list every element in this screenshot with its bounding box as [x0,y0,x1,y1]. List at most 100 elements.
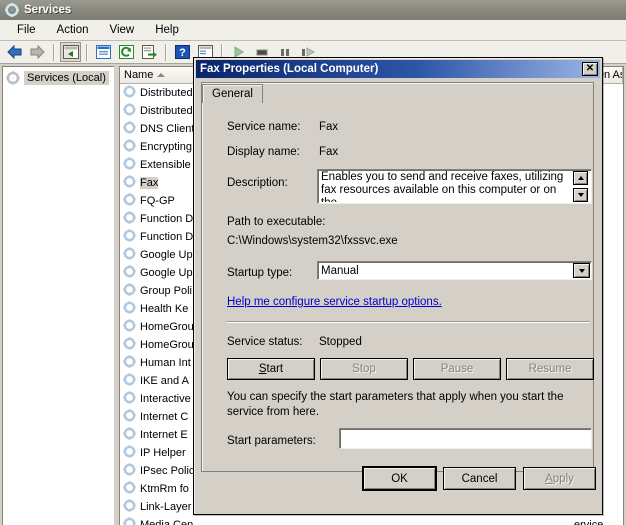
toolbar-separator [86,44,88,61]
display-name-value: Fax [319,146,338,158]
start-button[interactable]: Start [227,358,315,380]
stop-button-label: Stop [352,363,376,375]
apply-button-accel: A [545,473,553,485]
cell-name-text: HomeGrou [140,339,194,351]
cell-name-text: DNS Client [140,123,194,135]
tab-general[interactable]: General [202,84,263,103]
service-gear-icon [123,157,136,173]
cell-name-text: Extensible [140,159,191,171]
service-gear-icon [123,193,136,209]
description-label: Description: [227,177,288,189]
window-title-text: Services [24,4,71,16]
menu-view[interactable]: View [101,22,144,38]
window-titlebar: Services [0,0,626,20]
display-name-label: Display name: [227,146,300,158]
apply-button: Apply [523,467,596,490]
help-configure-startup-link[interactable]: Help me configure service startup option… [227,296,442,308]
pause-button: Pause [413,358,501,380]
service-name-value: Fax [319,121,338,133]
properties-icon[interactable] [93,42,114,62]
cell-name-text: Distributed [140,87,193,99]
chevron-down-icon[interactable] [573,263,590,278]
services-mmc-window: Services File Action View Help [0,0,626,525]
close-icon[interactable]: ✕ [582,62,598,76]
cell-name-text: IP Helper [140,447,186,459]
service-gear-icon [123,463,136,479]
service-name-label: Service name: [227,121,301,133]
cell-name-text: HomeGrou [140,321,194,333]
service-gear-icon [123,445,136,461]
description-textarea[interactable]: Enables you to send and receive faxes, u… [317,169,592,204]
table-row[interactable]: Media Cen ervice [120,516,623,525]
cell-name: Media Cen [120,517,290,525]
path-to-executable-label: Path to executable: [227,216,325,228]
services-gear-icon [6,71,20,85]
dialog-titlebar[interactable]: Fax Properties (Local Computer) ✕ [196,60,600,78]
sort-ascending-icon [157,73,165,77]
cell-name-text: Google Up [140,267,193,279]
cell-name-text: Function D [140,213,193,225]
startup-type-value: Manual [321,265,359,277]
service-gear-icon [123,283,136,299]
cell-name-text: IPsec Polic [140,465,194,477]
cell-name-text: Health Ke [140,303,188,315]
start-button-rest: tart [267,363,284,375]
cell-name-text: Distributed [140,105,193,117]
start-parameters-input[interactable] [339,428,592,449]
description-scroll-up-button[interactable] [573,171,588,185]
service-gear-icon [123,175,136,191]
fax-properties-dialog: Fax Properties (Local Computer) ✕ Genera… [193,57,603,515]
cell-name-text: Interactive [140,393,191,405]
forward-icon[interactable] [27,42,48,62]
show-hide-console-tree-icon[interactable] [60,42,81,62]
ok-button-label: OK [391,473,408,485]
cell-name-text: Internet E [140,429,188,441]
cell-name-text: Internet C [140,411,188,423]
export-list-icon[interactable] [139,42,160,62]
start-button-accel: S [259,363,267,375]
toolbar-separator [53,44,55,61]
service-gear-icon [123,427,136,443]
resume-button: Resume [506,358,594,380]
cell-name-text: Group Poli [140,285,192,297]
cell-name-text: Link-Layer [140,501,191,513]
cell-name-text: Encrypting [140,141,192,153]
dialog-title-text: Fax Properties (Local Computer) [200,63,378,75]
start-parameters-label: Start parameters: [227,435,316,447]
service-status-label: Service status: [227,336,302,348]
menu-help[interactable]: Help [146,22,188,38]
stop-button: Stop [320,358,408,380]
cell-name-text: FQ-GP [140,195,175,207]
svg-text:?: ? [179,47,186,59]
service-status-value: Stopped [319,336,362,348]
description-scroll-down-button[interactable] [573,188,588,202]
back-icon[interactable] [4,42,25,62]
cell-name-text: Media Cen [140,519,193,525]
apply-button-rest: pply [553,473,574,485]
cell-log-on-as: ervice [570,519,623,525]
service-gear-icon [123,337,136,353]
description-text: Enables you to send and receive faxes, u… [321,171,573,202]
services-gear-icon [5,3,19,17]
service-gear-icon [123,139,136,155]
menubar: File Action View Help [0,20,626,41]
tab-panel-general: Service name: Fax Display name: Fax Desc… [201,82,594,472]
cancel-button[interactable]: Cancel [443,467,516,490]
menu-action[interactable]: Action [48,22,98,38]
console-tree-pane: Services (Local) [2,66,114,525]
startup-type-select[interactable]: Manual [317,261,592,280]
cancel-button-label: Cancel [462,473,498,485]
service-gear-icon [123,319,136,335]
service-gear-icon [123,391,136,407]
menu-file[interactable]: File [8,22,45,38]
service-gear-icon [123,499,136,515]
ok-button[interactable]: OK [363,467,436,490]
startup-type-label: Startup type: [227,267,292,279]
sidebar-item-label: Services (Local) [24,71,109,85]
refresh-icon[interactable] [116,42,137,62]
cell-name-text: IKE and A [140,375,189,387]
sidebar-item-services-local[interactable]: Services (Local) [6,71,114,85]
toolbar-separator [165,44,167,61]
cell-name-text: KtmRm fo [140,483,189,495]
help-icon[interactable]: ? [172,42,193,62]
